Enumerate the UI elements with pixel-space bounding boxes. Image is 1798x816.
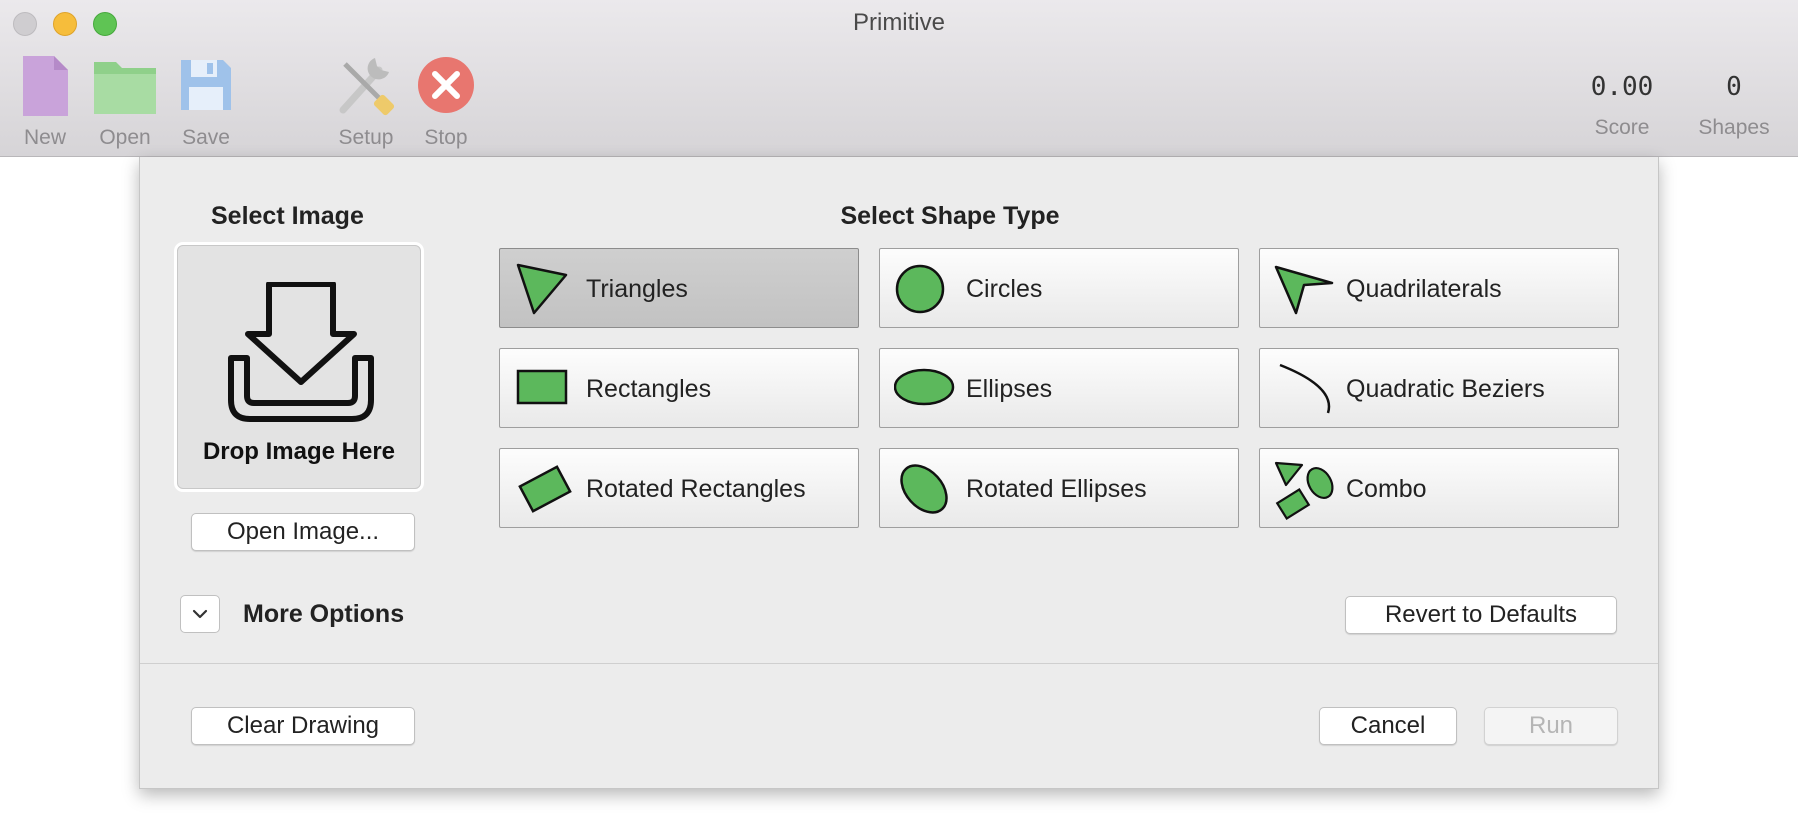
run-button[interactable]: Run <box>1484 707 1618 745</box>
shape-option-rotated-rectangles[interactable]: Rotated Rectangles <box>499 448 859 528</box>
bezier-curve-icon <box>1279 363 1331 414</box>
shape-option-label: Circles <box>966 275 1043 303</box>
rectangle-icon <box>516 369 568 405</box>
window-title: Primitive <box>852 9 945 36</box>
folder-icon <box>94 62 156 114</box>
save-label: Save <box>182 126 230 149</box>
shapes-label: Shapes <box>1698 116 1770 139</box>
shape-option-label: Rotated Rectangles <box>586 475 806 503</box>
shape-option-quadratic-beziers[interactable]: Quadratic Beziers <box>1259 348 1619 428</box>
circle-icon <box>895 264 945 314</box>
stop-button[interactable]: Stop <box>408 50 484 150</box>
more-options-label: More Options <box>243 600 405 628</box>
shapes-display: 0 Shapes <box>1688 72 1780 140</box>
quadrilateral-icon <box>1274 265 1334 315</box>
combo-shapes-icon <box>1274 461 1334 521</box>
select-shape-type-title: Select Shape Type <box>840 202 1060 230</box>
stop-label: Stop <box>424 126 468 149</box>
shape-option-label: Quadrilaterals <box>1346 275 1502 303</box>
score-label: Score <box>1594 116 1650 139</box>
revert-to-defaults-button[interactable]: Revert to Defaults <box>1345 596 1617 634</box>
new-label: New <box>23 126 66 149</box>
download-tray-icon <box>228 282 374 422</box>
cancel-button[interactable]: Cancel <box>1319 707 1457 745</box>
shape-option-rectangles[interactable]: Rectangles <box>499 348 859 428</box>
rotated-ellipse-icon <box>900 464 948 514</box>
ellipse-icon <box>894 368 955 406</box>
shape-option-label: Rotated Ellipses <box>966 475 1147 503</box>
more-options-toggle[interactable] <box>180 595 220 633</box>
score-value: 0.00 <box>1590 72 1654 102</box>
shape-option-rotated-ellipses[interactable]: Rotated Ellipses <box>879 448 1239 528</box>
clear-drawing-button[interactable]: Clear Drawing <box>191 707 415 745</box>
score-display: 0.00 Score <box>1576 72 1668 140</box>
shape-option-label: Combo <box>1346 475 1427 503</box>
window-toolbar: Primitive New Open Save Setup Stop 0.00 … <box>0 0 1798 157</box>
setup-label: Setup <box>338 126 394 149</box>
divider <box>140 663 1658 664</box>
shape-option-label: Ellipses <box>966 375 1053 403</box>
open-image-button[interactable]: Open Image... <box>191 513 415 551</box>
shape-option-circles[interactable]: Circles <box>879 248 1239 328</box>
document-icon <box>23 56 68 116</box>
save-button[interactable]: Save <box>170 50 242 150</box>
drop-image-label: Drop Image Here <box>202 438 396 465</box>
new-button[interactable]: New <box>5 50 85 150</box>
stop-icon <box>418 57 474 113</box>
shape-option-quadrilaterals[interactable]: Quadrilaterals <box>1259 248 1619 328</box>
open-label: Open <box>99 126 151 149</box>
shapes-count-value: 0 <box>1726 72 1742 102</box>
triangle-icon <box>516 263 568 315</box>
chevron-down-icon <box>192 609 208 619</box>
rotated-rectangle-icon <box>518 465 572 513</box>
shape-option-ellipses[interactable]: Ellipses <box>879 348 1239 428</box>
tools-icon <box>339 58 395 116</box>
shape-option-label: Triangles <box>586 275 688 303</box>
floppy-disk-icon <box>181 60 231 110</box>
image-drop-well[interactable]: Drop Image Here <box>177 245 421 489</box>
shape-option-combo[interactable]: Combo <box>1259 448 1619 528</box>
shape-option-triangles[interactable]: Triangles <box>499 248 859 328</box>
shape-option-label: Quadratic Beziers <box>1346 375 1545 403</box>
open-button[interactable]: Open <box>88 50 162 150</box>
shape-option-label: Rectangles <box>586 375 712 403</box>
run-settings-sheet: Select Image Drop Image Here Open Image.… <box>139 157 1659 789</box>
setup-button[interactable]: Setup <box>325 50 407 150</box>
